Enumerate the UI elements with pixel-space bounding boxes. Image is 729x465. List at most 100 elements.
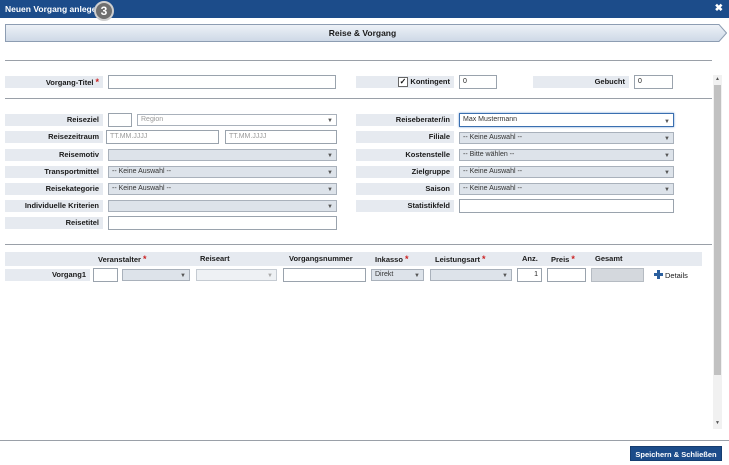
dialog-titlebar: Neuen Vorgang anlegen 3 ✖ [0, 0, 729, 21]
caret-down-icon: ▼ [664, 136, 670, 142]
saison-value: -- Keine Auswahl -- [463, 185, 523, 192]
col-gesamt: Gesamt [595, 254, 623, 263]
scroll-down-icon[interactable]: ▼ [713, 420, 722, 426]
inkasso-select[interactable]: Direkt ▼ [371, 269, 424, 281]
caret-down-icon: ▼ [327, 153, 333, 159]
required-mark: * [142, 254, 147, 264]
caret-down-icon: ▼ [267, 273, 273, 279]
veranstalter-code-input[interactable] [93, 268, 118, 282]
step-badge: 3 [94, 1, 114, 21]
required-mark: * [95, 77, 99, 87]
col-reiseart: Reiseart [200, 254, 230, 263]
details-button[interactable]: Details [654, 270, 688, 280]
anz-input[interactable]: 1 [517, 268, 542, 282]
reisemotiv-label: Reisemotiv [5, 149, 103, 161]
kontingent-checkbox[interactable]: ✓ [398, 77, 408, 87]
vorgang-titel-input[interactable] [108, 75, 336, 89]
required-mark: * [571, 254, 575, 264]
filiale-value: -- Keine Auswahl -- [463, 134, 523, 141]
scrollbar-thumb[interactable] [714, 85, 721, 375]
reiseziel-code-input[interactable] [108, 113, 132, 127]
gesamt-field [591, 268, 644, 282]
inkasso-value: Direkt [375, 271, 394, 278]
col-inkasso-text: Inkasso [375, 255, 403, 264]
date-to-input[interactable]: TT.MM.JJJJ [225, 130, 337, 144]
footer-divider [0, 440, 729, 441]
saison-label: Saison [356, 183, 454, 195]
gebucht-label: Gebucht [533, 76, 629, 88]
caret-down-icon: ▼ [180, 273, 186, 279]
divider [5, 244, 712, 245]
veranstalter-select[interactable]: ▼ [122, 269, 190, 281]
date-from-input[interactable]: TT.MM.JJJJ [106, 130, 219, 144]
caret-down-icon: ▼ [502, 273, 508, 279]
caret-down-icon: ▼ [664, 170, 670, 176]
gebucht-input[interactable]: 0 [634, 75, 673, 89]
leistungsart-select[interactable]: ▼ [430, 269, 512, 281]
reisemotiv-select[interactable]: ▼ [108, 149, 337, 161]
reiseziel-label: Reiseziel [5, 114, 103, 126]
kontingent-label: Kontingent [410, 77, 450, 86]
save-close-button[interactable]: Speichern & Schließen [630, 446, 722, 461]
col-preis-text: Preis [551, 255, 570, 264]
caret-down-icon: ▼ [664, 119, 670, 125]
vorgang-titel-label: Vorgang-Titel * [5, 76, 103, 88]
berater-label: Reiseberater/in [356, 114, 454, 126]
col-inkasso: Inkasso * [375, 254, 408, 264]
reisekategorie-label: Reisekategorie [5, 183, 103, 195]
kriterien-label: Individuelle Kriterien [5, 200, 103, 212]
divider [5, 98, 712, 99]
reisekategorie-value: -- Keine Auswahl -- [112, 185, 172, 192]
caret-down-icon: ▼ [327, 118, 333, 124]
kontingent-input[interactable]: 0 [459, 75, 497, 89]
caret-down-icon: ▼ [664, 187, 670, 193]
saison-select[interactable]: -- Keine Auswahl -- ▼ [459, 183, 674, 195]
kriterien-select[interactable]: ▼ [108, 200, 337, 212]
zielgruppe-value: -- Keine Auswahl -- [463, 168, 523, 175]
reisekategorie-select[interactable]: -- Keine Auswahl -- ▼ [108, 183, 337, 195]
divider [5, 60, 712, 61]
plus-icon [654, 270, 663, 279]
dialog-title: Neuen Vorgang anlegen [5, 4, 102, 14]
col-veranstalter: Veranstalter * [98, 254, 146, 264]
details-label: Details [665, 271, 688, 280]
close-icon[interactable]: ✖ [715, 3, 723, 14]
caret-down-icon: ▼ [327, 204, 333, 210]
transportmittel-select[interactable]: -- Keine Auswahl -- ▼ [108, 166, 337, 178]
col-anz: Anz. [522, 254, 538, 263]
step-tab-reise-vorgang[interactable]: Reise & Vorgang [5, 24, 727, 42]
transportmittel-value: -- Keine Auswahl -- [112, 168, 172, 175]
vorgangsnummer-input[interactable] [283, 268, 366, 282]
reisetitel-label: Reisetitel [5, 217, 103, 229]
col-preis: Preis * [551, 254, 575, 264]
caret-down-icon: ▼ [414, 273, 420, 279]
berater-select[interactable]: Max Mustermann ▼ [459, 113, 674, 127]
col-leistungsart: Leistungsart * [435, 254, 486, 264]
filiale-select[interactable]: -- Keine Auswahl -- ▼ [459, 132, 674, 144]
col-veranstalter-text: Veranstalter [98, 255, 141, 264]
statistikfeld-label: Statistikfeld [356, 200, 454, 212]
region-placeholder: Region [141, 116, 164, 123]
row-label-vorgang1: Vorgang1 [5, 269, 90, 281]
step-label: Reise & Vorgang [328, 28, 397, 38]
col-leistungsart-text: Leistungsart [435, 255, 481, 264]
caret-down-icon: ▼ [664, 153, 670, 159]
caret-down-icon: ▼ [327, 170, 333, 176]
required-mark: * [482, 254, 486, 264]
kontingent-label-box: ✓ Kontingent [356, 76, 454, 88]
col-vorgangsnummer: Vorgangsnummer [289, 254, 353, 263]
transportmittel-label: Transportmittel [5, 166, 103, 178]
reiseart-select[interactable]: ▼ [196, 269, 277, 281]
reisezeitraum-label: Reisezeitraum [5, 131, 103, 143]
preis-input[interactable] [547, 268, 586, 282]
caret-down-icon: ▼ [327, 187, 333, 193]
scroll-up-icon[interactable]: ▲ [713, 76, 722, 82]
kostenstelle-label: Kostenstelle [356, 149, 454, 161]
statistikfeld-input[interactable] [459, 199, 674, 213]
kostenstelle-value: -- Bitte wählen -- [463, 151, 515, 158]
kostenstelle-select[interactable]: -- Bitte wählen -- ▼ [459, 149, 674, 161]
region-select[interactable]: Region ▼ [137, 114, 337, 126]
reisetitel-input[interactable] [108, 216, 337, 230]
zielgruppe-select[interactable]: -- Keine Auswahl -- ▼ [459, 166, 674, 178]
filiale-label: Filiale [356, 131, 454, 143]
